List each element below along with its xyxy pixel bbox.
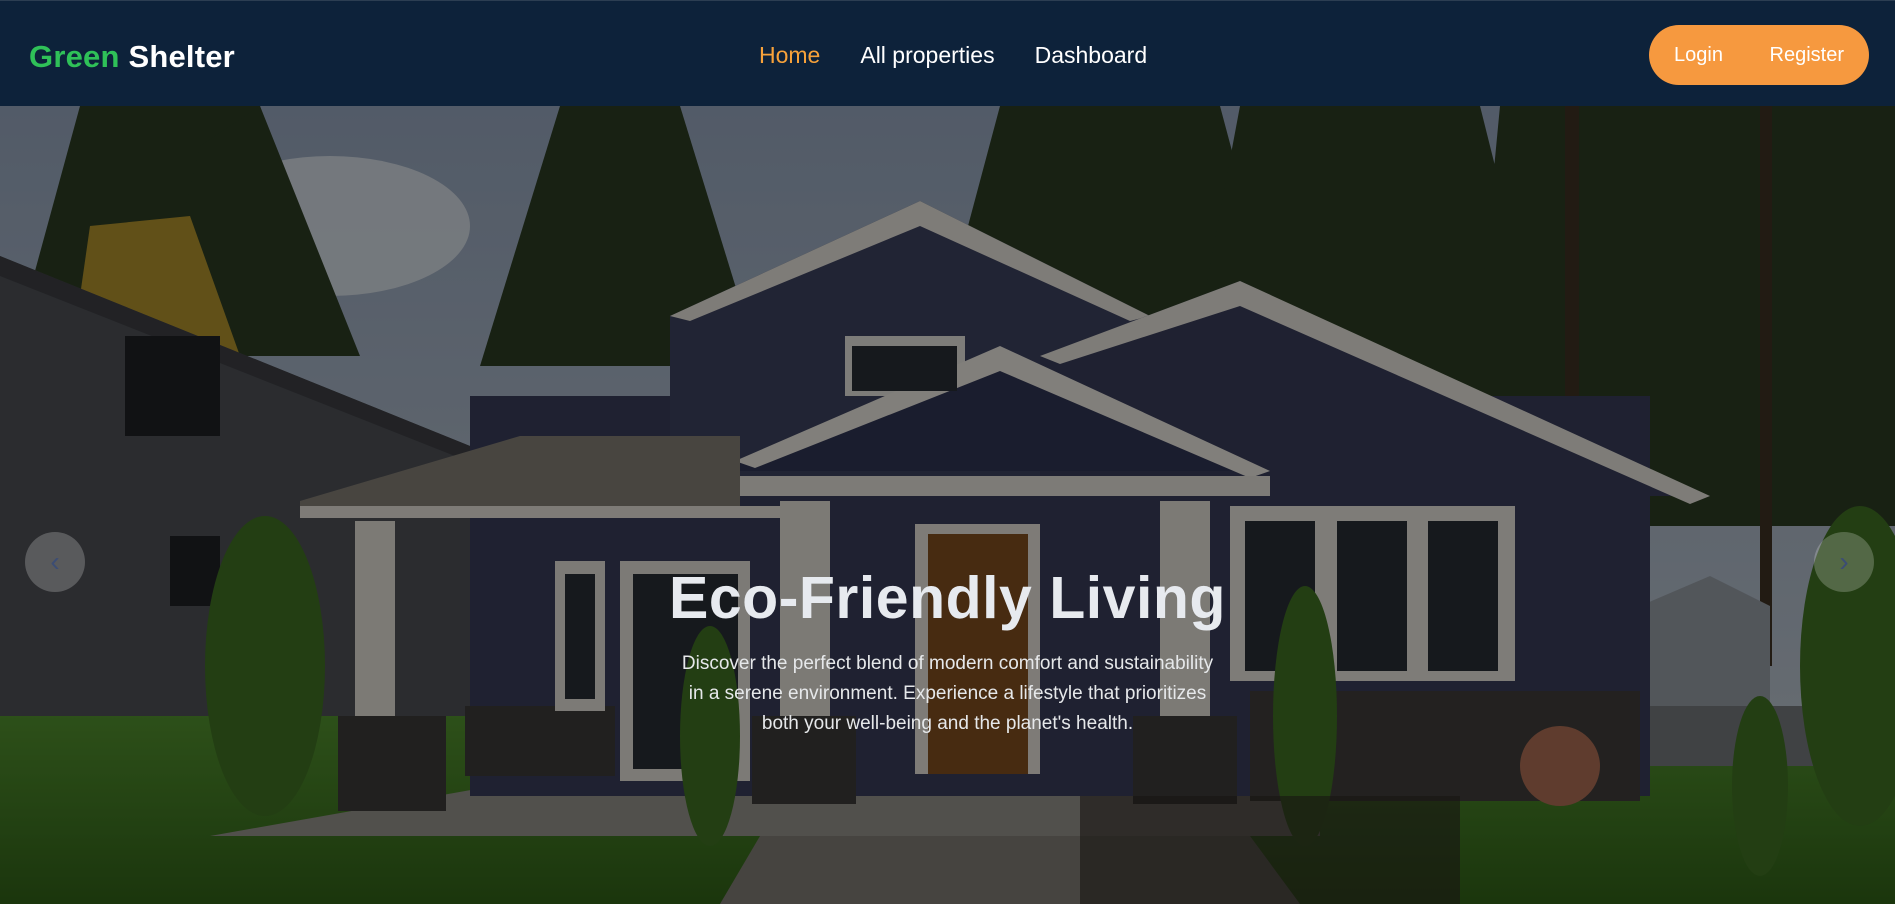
carousel-prev-button[interactable]: ‹ [25, 532, 85, 592]
nav-link-dashboard[interactable]: Dashboard [1035, 42, 1148, 69]
register-button[interactable]: Register [1770, 44, 1844, 67]
auth-button-group: Login Register [1649, 25, 1869, 85]
hero-carousel: Eco-Friendly Living Discover the perfect… [0, 106, 1895, 904]
login-button[interactable]: Login [1674, 44, 1723, 67]
nav-link-all-properties[interactable]: All properties [860, 42, 994, 69]
chevron-right-icon: › [1839, 546, 1849, 577]
navbar: Green Shelter Home All properties Dashbo… [0, 0, 1895, 106]
carousel-next-button[interactable]: › [1814, 532, 1874, 592]
brand-secondary-text: Shelter [128, 39, 235, 74]
nav-link-home[interactable]: Home [759, 42, 820, 69]
hero-title: Eco-Friendly Living [669, 565, 1226, 631]
chevron-left-icon: ‹ [50, 546, 60, 577]
hero-description: Discover the perfect blend of modern com… [681, 653, 1214, 734]
main-nav: Home All properties Dashboard [759, 42, 1147, 69]
brand-primary-text: Green [29, 39, 120, 74]
hero-dark-overlay [0, 106, 1895, 904]
brand-logo[interactable]: Green Shelter [29, 39, 235, 75]
